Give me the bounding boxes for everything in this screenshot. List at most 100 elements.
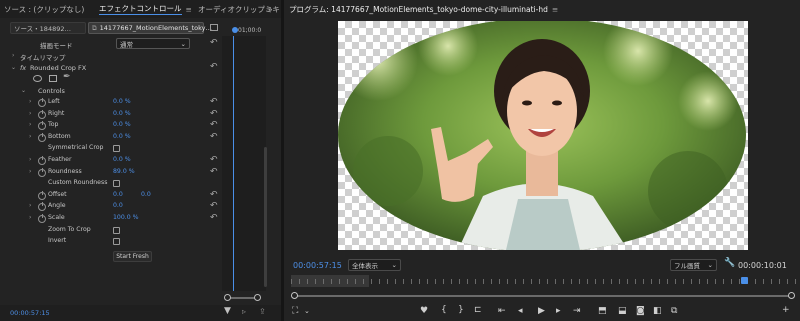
param-value[interactable]: 89.0 % <box>113 168 135 175</box>
blend-mode-reset-icon[interactable]: ↶ <box>210 38 218 48</box>
step-forward-icon[interactable]: ▸ <box>556 306 561 316</box>
param-reset-icon[interactable]: ↶ <box>210 155 218 165</box>
panel-layout-icon[interactable] <box>210 24 218 31</box>
add-marker-icon[interactable]: ♥ <box>420 306 428 316</box>
stopwatch-icon[interactable] <box>38 133 46 142</box>
program-video-frame <box>338 21 746 250</box>
lift-icon[interactable]: ⬒ <box>598 306 607 316</box>
program-timecode[interactable]: 00:00:57:15 <box>293 261 342 270</box>
sequence-clip-selector[interactable]: ⧉ 14177667_MotionElements_toky… <box>88 22 212 34</box>
stopwatch-icon[interactable] <box>38 168 46 177</box>
left-footer-timecode[interactable]: 00:00:57:15 <box>10 309 50 317</box>
program-time-ruler[interactable] <box>291 275 796 287</box>
tab-menu-icon[interactable]: ≡ <box>186 5 192 14</box>
param-reset-icon[interactable]: ↶ <box>210 190 218 200</box>
fx-reset-icon[interactable]: ↶ <box>210 62 218 72</box>
play-audio-icon[interactable]: ▹ <box>242 307 246 316</box>
param-value[interactable]: 100.0 % <box>113 214 139 221</box>
param-twirl-icon[interactable]: › <box>29 156 31 163</box>
tab-source[interactable]: ソース : (クリップなし) <box>0 0 95 18</box>
panel-overflow-button[interactable]: » <box>268 0 280 18</box>
timeline-ruler[interactable]: 01;00:0 <box>224 20 264 36</box>
tab-program[interactable]: プログラム: 14177667_MotionElements_tokyo-dom… <box>284 0 564 18</box>
program-zoom-bar[interactable] <box>291 292 796 300</box>
comparison-view-icon[interactable]: ◧ <box>653 306 662 316</box>
play-icon[interactable]: ▶ <box>538 306 545 316</box>
settings-chevron-down-icon[interactable]: ⌄ <box>304 306 310 316</box>
controls-twirl-icon[interactable]: ⌄ <box>21 87 26 94</box>
program-zoom-handle-left[interactable] <box>291 292 298 299</box>
fx-twirl-icon[interactable]: ⌄ <box>11 64 16 71</box>
time-remap-twirl-icon[interactable]: › <box>12 52 14 59</box>
param-reset-icon[interactable]: ↶ <box>210 213 218 223</box>
stopwatch-icon[interactable] <box>38 98 46 107</box>
mark-in-icon[interactable]: { <box>441 305 447 315</box>
go-to-out-icon[interactable]: ⇥ <box>573 306 581 316</box>
param-reset-icon[interactable]: ↶ <box>210 132 218 142</box>
zoom-dropdown[interactable]: 全体表示 ⌄ <box>348 259 401 271</box>
param-reset-icon[interactable]: ↶ <box>210 109 218 119</box>
param-twirl-icon[interactable]: › <box>29 133 31 140</box>
param-reset-icon[interactable]: ↶ <box>210 97 218 107</box>
program-video-viewport[interactable] <box>338 21 748 250</box>
start-fresh-button[interactable]: Start Fresh <box>113 251 152 262</box>
param-twirl-icon[interactable]: › <box>29 121 31 128</box>
param-reset-icon[interactable]: ↶ <box>210 201 218 211</box>
mark-out-icon[interactable]: } <box>458 305 464 315</box>
export-frame-icon[interactable]: ⇪ <box>259 307 266 316</box>
stopwatch-icon[interactable] <box>38 121 46 130</box>
stopwatch-icon[interactable] <box>38 110 46 119</box>
clear-in-out-icon[interactable]: ⊏ <box>474 305 482 315</box>
param-reset-icon[interactable]: ↶ <box>210 167 218 177</box>
ruler-in-region <box>291 275 369 287</box>
pen-mask-icon[interactable]: ✒ <box>63 72 71 82</box>
filter-icon[interactable]: ▼ <box>224 306 231 316</box>
param-value[interactable]: 0.0 % <box>113 110 131 117</box>
rectangle-mask-icon[interactable] <box>49 75 57 82</box>
safe-margins-icon[interactable]: ⛶ <box>292 306 298 316</box>
param-value[interactable]: 0.0 <box>113 191 123 198</box>
export-frame-camera-icon[interactable]: ◙ <box>636 306 645 316</box>
stopwatch-icon[interactable] <box>38 156 46 165</box>
settings-wrench-icon[interactable]: 🔧 <box>724 258 735 268</box>
extract-icon[interactable]: ⬓ <box>618 306 627 316</box>
stopwatch-icon[interactable] <box>38 214 46 223</box>
param-value[interactable]: 0.0 <box>113 202 123 209</box>
program-playhead-icon[interactable] <box>741 277 748 284</box>
param-checkbox[interactable] <box>113 227 120 234</box>
zoom-handle-left[interactable] <box>224 294 231 301</box>
source-clip-selector[interactable]: ソース・184892… <box>10 22 86 34</box>
tab-audio-clip-mixer[interactable]: オーディオクリップミキ <box>198 0 280 18</box>
param-checkbox[interactable] <box>113 180 120 187</box>
param-reset-icon[interactable]: ↶ <box>210 120 218 130</box>
param-value[interactable]: 0.0 % <box>113 156 131 163</box>
effect-mini-timeline[interactable] <box>222 36 266 291</box>
stopwatch-icon[interactable] <box>38 191 46 200</box>
param-checkbox[interactable] <box>113 238 120 245</box>
param-twirl-icon[interactable]: › <box>29 98 31 105</box>
program-menu-icon[interactable]: ≡ <box>552 5 558 14</box>
param-value-y[interactable]: 0.0 <box>141 191 151 198</box>
param-value[interactable]: 0.0 % <box>113 98 131 105</box>
param-checkbox[interactable] <box>113 145 120 152</box>
tab-effect-controls[interactable]: エフェクトコントロール ≡ <box>95 0 198 18</box>
proxy-toggle-icon[interactable]: ⧉ <box>671 306 677 316</box>
param-value[interactable]: 0.0 % <box>113 121 131 128</box>
resolution-dropdown[interactable]: フル画質 ⌄ <box>670 259 717 271</box>
param-twirl-icon[interactable]: › <box>29 202 31 209</box>
add-button-icon[interactable]: + <box>782 305 790 315</box>
param-value[interactable]: 0.0 % <box>113 133 131 140</box>
param-twirl-icon[interactable]: › <box>29 110 31 117</box>
blend-mode-dropdown[interactable]: 通常 ⌄ <box>116 38 190 49</box>
effect-controls-scrollbar[interactable] <box>264 147 267 287</box>
stopwatch-icon[interactable] <box>38 202 46 211</box>
param-twirl-icon[interactable]: › <box>29 214 31 221</box>
ellipse-mask-icon[interactable] <box>33 75 42 82</box>
step-back-icon[interactable]: ◂ <box>518 306 523 316</box>
param-twirl-icon[interactable]: › <box>29 168 31 175</box>
fx-badge[interactable]: fx <box>20 64 26 72</box>
mini-timeline-zoom-slider[interactable] <box>224 294 261 302</box>
program-zoom-handle-right[interactable] <box>788 292 795 299</box>
go-to-in-icon[interactable]: ⇤ <box>498 306 506 316</box>
zoom-handle-right[interactable] <box>254 294 261 301</box>
